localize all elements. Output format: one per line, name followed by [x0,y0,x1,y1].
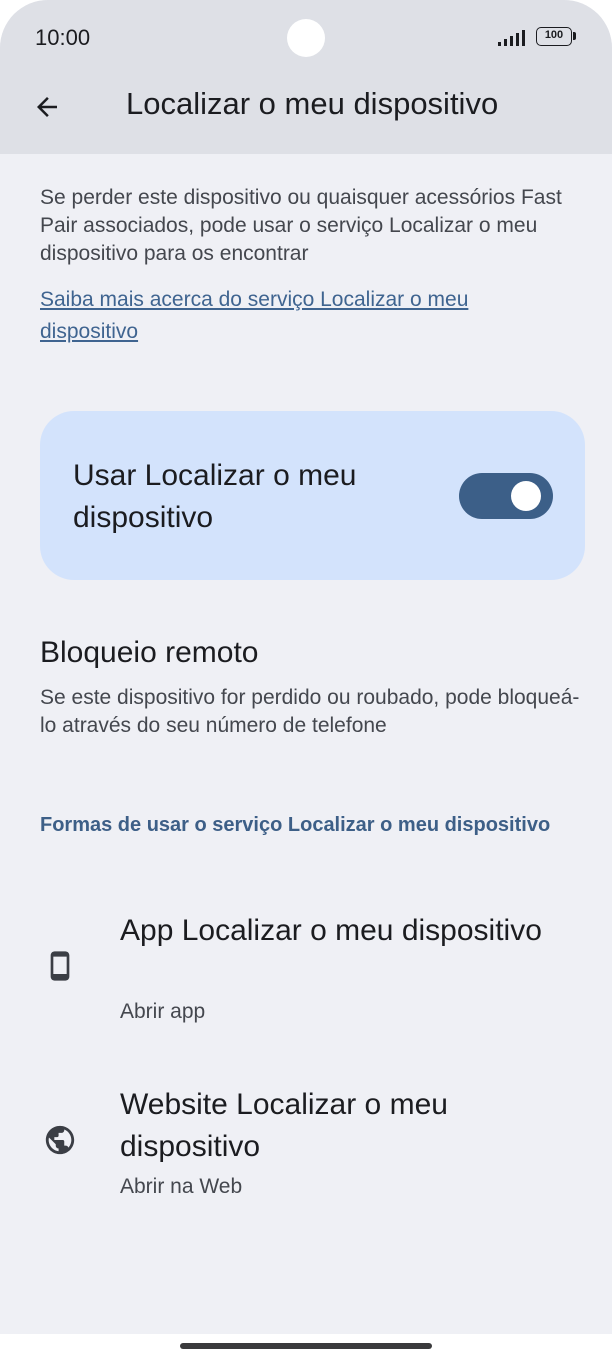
battery-icon: 100 [536,27,572,46]
signal-bars-icon [498,30,525,46]
home-gesture-bar[interactable] [180,1343,432,1349]
website-item-title: Website Localizar o meu dispositivo [120,1088,448,1163]
use-find-my-device-toggle-card[interactable]: Usar Localizar o meu dispositivo [40,411,585,580]
switch-thumb [511,481,541,511]
remote-lock-summary: Se este dispositivo for perdido ou rouba… [40,686,580,737]
app-item-subtitle: Abrir app [120,1000,206,1023]
globe-icon [42,1122,78,1158]
battery-tip [573,32,576,40]
remote-lock-title: Bloqueio remoto [40,636,259,669]
top-app-bar: 10:00 100 Localizar o meu dispositivo [0,0,612,154]
find-my-device-switch[interactable] [459,473,553,519]
page-title: Localizar o meu dispositivo [126,86,499,121]
screen: 10:00 100 Localizar o meu dispositivo Se… [0,0,612,1361]
back-button[interactable] [26,86,68,128]
website-item-subtitle: Abrir na Web [120,1175,243,1198]
toggle-label: Usar Localizar o meu dispositivo [73,459,357,534]
status-time: 10:00 [35,25,91,50]
arrow-back-icon [37,97,57,117]
phone-device-icon [42,948,78,984]
app-item-title: App Localizar o meu dispositivo [120,914,542,947]
battery-level: 100 [544,29,564,41]
section-header: Formas de usar o serviço Localizar o meu… [40,814,551,836]
learn-more-link[interactable]: Saiba mais acerca do serviço Localizar o… [40,284,560,348]
front-camera [287,19,325,57]
intro-text: Se perder este dispositivo ou quaisquer … [40,186,562,265]
